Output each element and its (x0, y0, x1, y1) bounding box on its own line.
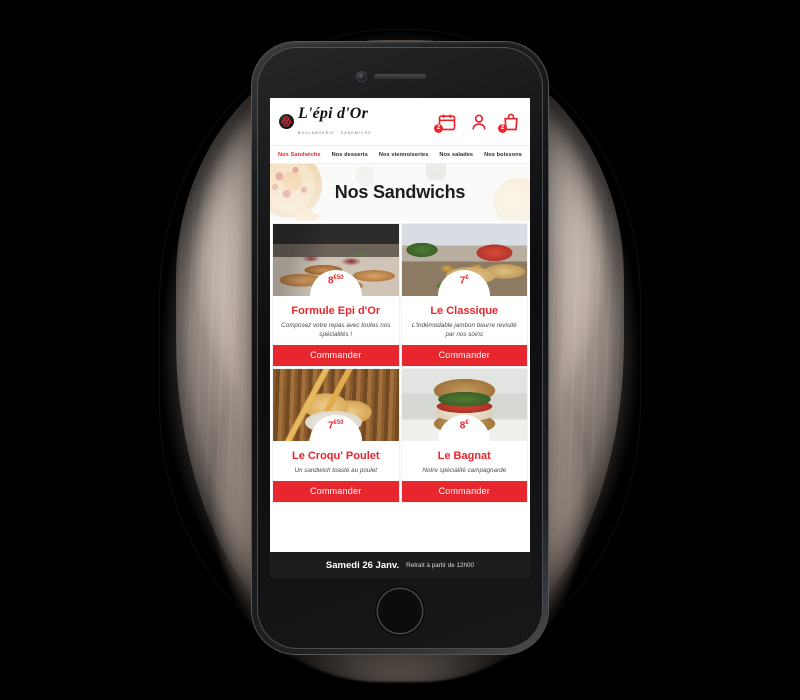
product-title: Le Classique (430, 305, 499, 317)
product-title: Le Bagnat (437, 449, 491, 462)
product-description: Composez votre repas avec toutes nos spé… (281, 321, 391, 338)
product-info: Formule Epi d'Or Composez votre repas av… (273, 296, 399, 345)
price-badge: 8€50 (309, 270, 362, 296)
product-info: Le Bagnat Notre spécialité campagnarde (402, 441, 528, 481)
earpiece-speaker (374, 74, 426, 79)
price-badge: 7€ (438, 270, 491, 296)
product-image: 7€50 (273, 368, 399, 441)
product-info: Le Classique L'indémodable jambon beurre… (402, 296, 528, 345)
product-title: Formule Epi d'Or (291, 305, 381, 317)
hero-banner: Nos Sandwichs (270, 164, 530, 221)
order-button[interactable]: Commander (273, 344, 399, 366)
pickup-time-note: Retrait à partir de 12h00 (406, 561, 475, 569)
price-value: 8€50 (327, 275, 344, 287)
product-image: 8€50 (273, 224, 399, 296)
shopping-bag-icon[interactable]: 2 (498, 112, 521, 133)
category-nav: Nos Sandwichs Nos desserts Nos viennoise… (270, 146, 530, 164)
account-icon[interactable] (469, 112, 489, 132)
price-value: 8€ (459, 419, 469, 432)
product-image: 7€ (401, 224, 527, 296)
page-title: Nos Sandwichs (334, 182, 466, 202)
order-button[interactable]: Commander (401, 480, 527, 502)
price-value: 7€50 (327, 419, 344, 432)
front-camera-icon (357, 72, 366, 81)
product-info: Le Croqu' Poulet Un sandwich toasté au p… (273, 441, 399, 481)
wheat-ear-logo-icon (279, 114, 294, 129)
calendar-icon[interactable]: 2 (434, 112, 457, 133)
product-card[interactable]: 8€50 Formule Epi d'Or Composez votre rep… (273, 224, 399, 366)
price-badge: 7€50 (309, 414, 362, 441)
brand-name: L'épi d'Or (298, 104, 368, 122)
product-description: L'indémodable jambon beurre revisité par… (411, 321, 517, 338)
product-card[interactable]: 7€ Le Classique L'indémodable jambon beu… (401, 224, 528, 366)
brand-tagline: BOULANGERIE · SANDWICHS (298, 130, 372, 135)
nav-item-boissons[interactable]: Nos boissons (484, 152, 522, 158)
product-image: 8€ (401, 368, 527, 441)
product-card[interactable]: 8€ Le Bagnat Notre spécialité campagnard… (401, 368, 528, 502)
app-screen: L'épi d'Or BOULANGERIE · SANDWICHS 2 2 N… (270, 98, 530, 578)
cart-badge-count: 2 (498, 123, 507, 133)
home-button[interactable] (378, 589, 422, 633)
order-button[interactable]: Commander (273, 480, 399, 502)
product-card[interactable]: 7€50 Le Croqu' Poulet Un sandwich toasté… (273, 368, 399, 502)
nav-item-viennoiseries[interactable]: Nos viennoiseries (379, 152, 429, 158)
header-icon-group: 2 2 (434, 112, 521, 133)
app-header: L'épi d'Or BOULANGERIE · SANDWICHS 2 2 (270, 98, 530, 146)
product-description: Un sandwich toasté au poulet (294, 466, 378, 474)
scene: L'épi d'Or BOULANGERIE · SANDWICHS 2 2 N… (0, 0, 800, 700)
pickup-status-bar[interactable]: Samedi 26 Janv. Retrait à partir de 12h0… (270, 552, 530, 578)
order-button[interactable]: Commander (401, 344, 527, 366)
nav-item-desserts[interactable]: Nos desserts (332, 152, 368, 158)
brand-logo-text: L'épi d'Or BOULANGERIE · SANDWICHS (298, 104, 437, 138)
nav-item-salades[interactable]: Nos salades (439, 152, 473, 158)
price-value: 7€ (459, 275, 469, 287)
brand-logo[interactable]: L'épi d'Or BOULANGERIE · SANDWICHS (279, 104, 437, 138)
pickup-date: Samedi 26 Janv. (325, 559, 400, 571)
product-grid: 8€50 Formule Epi d'Or Composez votre rep… (270, 221, 530, 505)
nav-item-sandwichs[interactable]: Nos Sandwichs (278, 152, 321, 158)
product-description: Notre spécialité campagnarde (422, 466, 507, 474)
product-title: Le Croqu' Poulet (291, 449, 380, 462)
price-badge: 8€ (438, 414, 491, 441)
calendar-badge-count: 2 (434, 123, 443, 133)
